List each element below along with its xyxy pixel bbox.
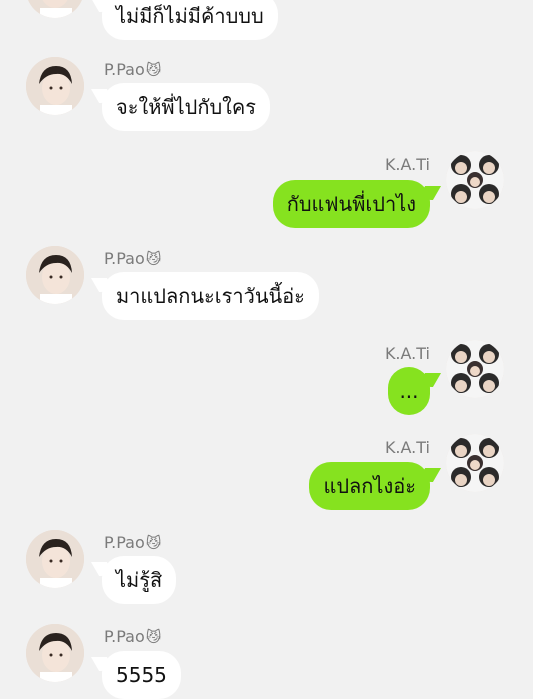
message-text: ไม่รู้สิ (116, 568, 163, 592)
my-avatar-icon (446, 151, 504, 209)
avatar[interactable] (446, 340, 504, 398)
message-bubble[interactable]: กับแฟนพี่เปาไง (272, 180, 430, 228)
sender-name: P.Pao😼 (104, 60, 162, 79)
message-bubble[interactable]: ... (388, 367, 430, 415)
sender-name: P.Pao😼 (104, 533, 162, 552)
message-bubble[interactable]: ไม่มีก็ไม่มีค้าบบบ (102, 0, 278, 40)
cat-emoji-icon: 😼 (145, 534, 162, 552)
avatar[interactable] (446, 151, 504, 209)
friend-avatar-icon (26, 57, 84, 115)
my-avatar-icon (446, 340, 504, 398)
message-text: ไม่มีก็ไม่มีค้าบบบ (116, 4, 264, 28)
avatar[interactable] (26, 624, 84, 682)
message-bubble[interactable]: จะให้พี่ไปกับใคร (102, 83, 271, 131)
message-text: แปลกไงอ่ะ (323, 474, 416, 498)
avatar[interactable] (26, 530, 84, 588)
message-text: กับแฟนพี่เปาไง (286, 192, 416, 216)
sender-name: K.A.Ti (384, 344, 430, 363)
avatar[interactable] (26, 57, 84, 115)
cat-emoji-icon: 😼 (145, 61, 162, 79)
message-bubble[interactable]: ไม่รู้สิ (102, 556, 177, 604)
message-text: 5555 (116, 663, 167, 687)
avatar[interactable] (26, 0, 84, 18)
my-avatar-icon (446, 434, 504, 492)
friend-avatar-icon (26, 246, 84, 304)
message-bubble[interactable]: มาแปลกนะเราวันนี้อ่ะ (102, 272, 319, 320)
message-bubble[interactable]: แปลกไงอ่ะ (309, 462, 430, 510)
cat-emoji-icon: 😼 (145, 628, 162, 646)
message-text: จะให้พี่ไปกับใคร (116, 95, 257, 119)
sender-name: K.A.Ti (384, 155, 430, 174)
sender-name: P.Pao😼 (104, 627, 162, 646)
friend-avatar-icon (26, 624, 84, 682)
cat-emoji-icon: 😼 (145, 250, 162, 268)
avatar[interactable] (26, 246, 84, 304)
sender-name: P.Pao😼 (104, 249, 162, 268)
friend-avatar-icon (26, 0, 84, 18)
friend-avatar-icon (26, 530, 84, 588)
sender-name: K.A.Ti (384, 438, 430, 457)
message-text: ... (399, 379, 419, 403)
avatar[interactable] (446, 434, 504, 492)
message-text: มาแปลกนะเราวันนี้อ่ะ (116, 284, 305, 308)
message-bubble[interactable]: 5555 (102, 651, 181, 699)
